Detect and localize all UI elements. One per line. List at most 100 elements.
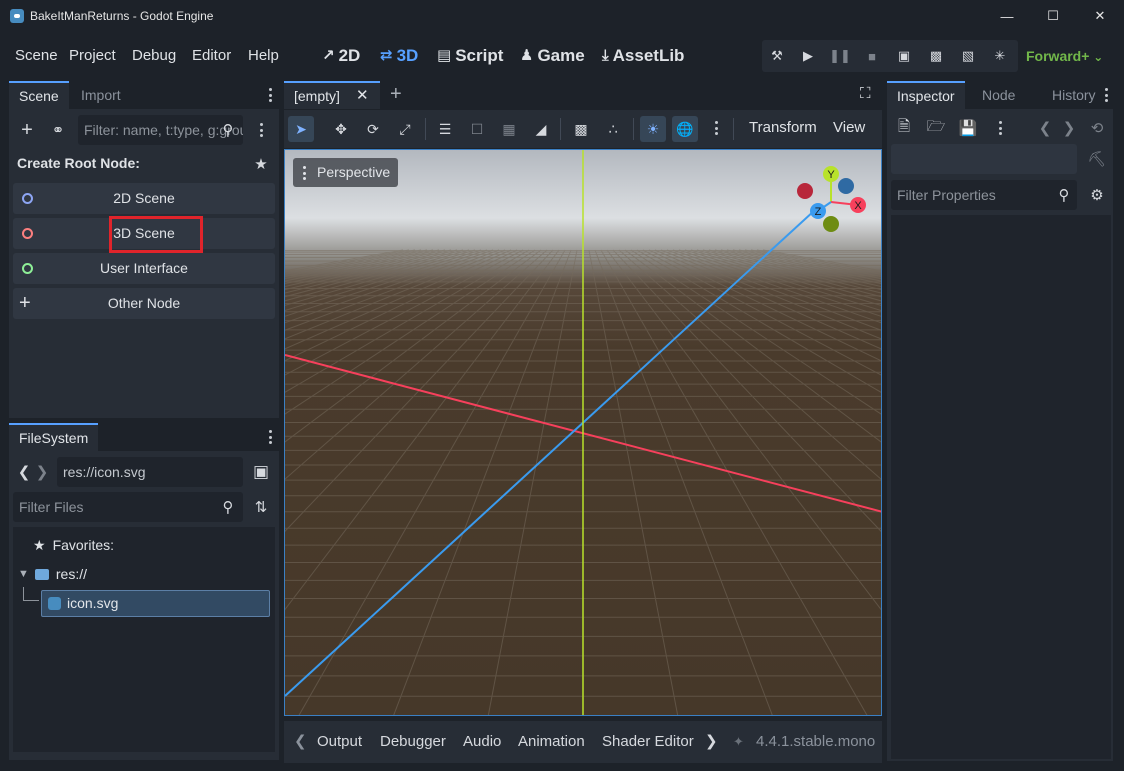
- lock-icon[interactable]: ☐: [464, 116, 490, 142]
- create-user-interface-button[interactable]: User Interface: [13, 253, 275, 284]
- create-3d-scene-button[interactable]: 3D Scene: [13, 216, 275, 253]
- version-label[interactable]: 4.4.1.stable.mono: [756, 721, 875, 763]
- dock-menu-icon[interactable]: [265, 428, 275, 446]
- sun-preview-icon[interactable]: ☀: [640, 116, 666, 142]
- transform-menu[interactable]: Transform: [749, 119, 817, 136]
- workspace-2d[interactable]: ↗ 2D: [322, 36, 360, 76]
- tab-history[interactable]: History: [1042, 81, 1106, 109]
- forward-icon[interactable]: ❯: [31, 461, 53, 483]
- history-back-icon[interactable]: ❮: [1034, 117, 1056, 139]
- sort-icon[interactable]: ⇅: [250, 496, 272, 518]
- new-resource-icon[interactable]: 🗎: [893, 117, 915, 139]
- save-resource-icon[interactable]: 💾: [957, 117, 979, 139]
- menu-help[interactable]: Help: [248, 36, 279, 76]
- play-icon[interactable]: ▶: [793, 40, 823, 72]
- maximize-icon[interactable]: ☐: [1030, 0, 1076, 32]
- menu-editor[interactable]: Editor: [192, 36, 231, 76]
- tab-scene[interactable]: Scene: [9, 81, 69, 109]
- object-path-field[interactable]: [891, 144, 1077, 174]
- run-current-icon[interactable]: ▣: [889, 40, 919, 72]
- favorites-row[interactable]: ★ Favorites:: [33, 532, 114, 558]
- object-history-icon[interactable]: ⟲: [1086, 117, 1108, 139]
- ruler-icon[interactable]: ◢: [528, 116, 554, 142]
- dock-menu-icon[interactable]: [1101, 86, 1111, 104]
- godot-file-icon: [48, 597, 61, 610]
- preview-options-icon[interactable]: [711, 119, 721, 137]
- tab-output[interactable]: Output: [317, 721, 362, 763]
- workspace-assetlib[interactable]: ⤓ AssetLib: [602, 36, 684, 76]
- scroll-left-icon[interactable]: ❮: [294, 721, 307, 763]
- view-menu[interactable]: View: [833, 119, 865, 136]
- renderer-selector[interactable]: Forward+ ⌄: [1026, 40, 1103, 72]
- tab-audio[interactable]: Audio: [463, 721, 501, 763]
- create-other-node-button[interactable]: + Other Node: [13, 288, 275, 319]
- run-custom-icon[interactable]: ▩: [921, 40, 951, 72]
- resource-options-icon[interactable]: [995, 119, 1005, 137]
- tab-debugger[interactable]: Debugger: [380, 721, 446, 763]
- tab-import[interactable]: Import: [71, 81, 131, 109]
- movie-icon[interactable]: ▧: [953, 40, 983, 72]
- inspector-filter-input[interactable]: Filter Properties: [891, 180, 1077, 210]
- toolbar-separator: [425, 118, 426, 140]
- create-2d-scene-button[interactable]: 2D Scene: [13, 183, 275, 214]
- chevron-down-icon: ⌄: [1093, 50, 1104, 64]
- scene-tab-empty[interactable]: [empty] ✕: [284, 81, 380, 109]
- workspace-script[interactable]: ▤ Script: [437, 36, 503, 76]
- scene-options-icon[interactable]: [256, 121, 266, 139]
- link-icon[interactable]: ⚭: [47, 119, 69, 141]
- run-bar: ⚒ ▶ ❚❚ ■ ▣ ▩ ▧ ✳: [762, 40, 1018, 72]
- menu-scene[interactable]: Scene: [15, 36, 58, 76]
- 3d-viewport[interactable]: Perspective Y X Z: [284, 149, 882, 716]
- list-select-icon[interactable]: ☰: [432, 116, 458, 142]
- inspector-settings-icon[interactable]: ⚙: [1086, 184, 1108, 206]
- tab-shader-editor[interactable]: Shader Editor: [602, 721, 694, 763]
- build-icon[interactable]: ⚒: [762, 40, 792, 72]
- close-icon[interactable]: ✕: [1077, 0, 1123, 32]
- remote-debug-icon[interactable]: ✳: [985, 40, 1015, 72]
- rotate-mode-icon[interactable]: ⟳: [360, 116, 386, 142]
- distraction-free-icon[interactable]: ⛶: [860, 85, 871, 102]
- local-space-icon[interactable]: ▩: [568, 116, 594, 142]
- tree-connector: [23, 587, 39, 601]
- group-icon[interactable]: ▦: [496, 116, 522, 142]
- history-forward-icon[interactable]: ❯: [1058, 117, 1080, 139]
- favorite-star-icon[interactable]: ★: [250, 153, 272, 175]
- toolbar-separator: [560, 118, 561, 140]
- close-tab-icon[interactable]: ✕: [356, 86, 369, 104]
- minimize-icon[interactable]: —: [984, 0, 1030, 32]
- menu-debug[interactable]: Debug: [132, 36, 176, 76]
- view-gizmo[interactable]: Y X Z: [791, 162, 871, 242]
- update-spinner-icon: ✦: [733, 734, 744, 749]
- tab-animation[interactable]: Animation: [518, 721, 585, 763]
- viewport-menu-icon: [299, 164, 309, 182]
- split-view-icon[interactable]: ▣: [250, 461, 272, 483]
- workspace-game[interactable]: ♟ Game: [520, 36, 585, 76]
- godot-logo-icon: [10, 9, 24, 23]
- tab-node[interactable]: Node: [972, 81, 1025, 109]
- search-icon: ⚲: [222, 122, 234, 139]
- environment-preview-icon[interactable]: 🌐: [672, 116, 698, 142]
- stop-icon[interactable]: ■: [857, 40, 887, 72]
- path-field[interactable]: res://icon.svg: [57, 457, 243, 487]
- menu-project[interactable]: Project: [69, 36, 116, 76]
- scroll-right-icon[interactable]: ❯: [705, 721, 718, 763]
- snap-icon[interactable]: ∴: [600, 116, 626, 142]
- filesystem-filter-input[interactable]: Filter Files: [13, 492, 243, 522]
- add-tab-icon[interactable]: +: [390, 83, 402, 106]
- select-mode-icon[interactable]: ➤: [288, 116, 314, 142]
- assetlib-icon: ⤓: [602, 47, 609, 64]
- node-tree-icon[interactable]: ⛏: [1086, 148, 1108, 170]
- toolbar-separator: [733, 118, 734, 140]
- add-node-icon[interactable]: +: [16, 119, 38, 141]
- workspace-3d[interactable]: ⇄ 3D: [380, 36, 418, 76]
- perspective-menu[interactable]: Perspective: [293, 158, 398, 187]
- dock-menu-icon[interactable]: [265, 86, 275, 104]
- res-folder-row[interactable]: ▼ res://: [18, 561, 87, 587]
- file-item-icon-svg[interactable]: icon.svg: [41, 590, 270, 617]
- scale-mode-icon[interactable]: ⤢: [392, 116, 418, 142]
- open-resource-icon[interactable]: 🗁: [925, 117, 947, 139]
- move-mode-icon[interactable]: ✥: [328, 116, 354, 142]
- pause-icon[interactable]: ❚❚: [825, 40, 855, 72]
- tab-filesystem[interactable]: FileSystem: [9, 423, 99, 451]
- tab-inspector[interactable]: Inspector: [887, 81, 965, 109]
